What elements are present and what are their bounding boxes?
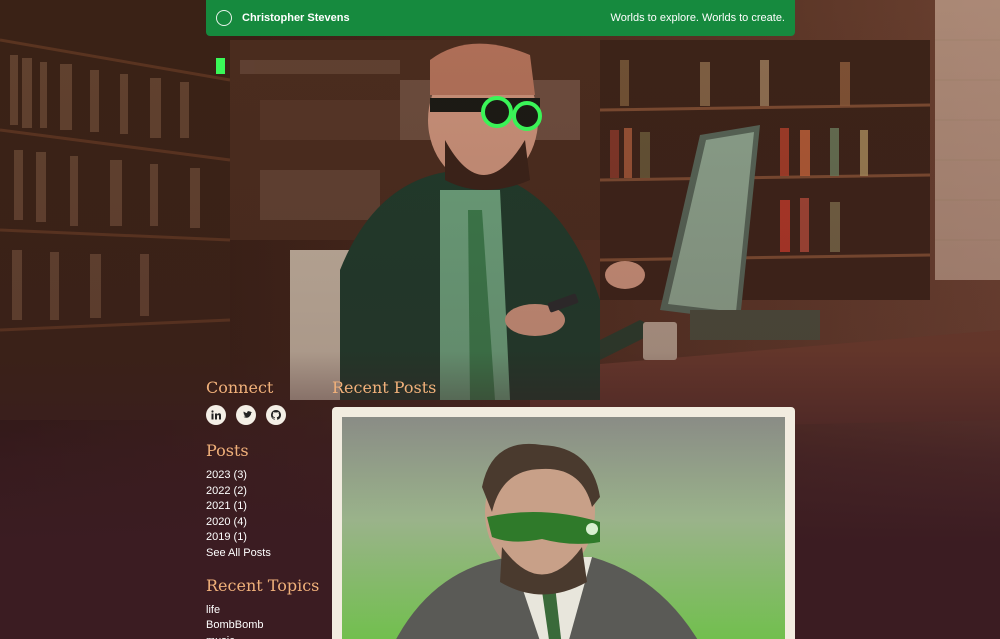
github-icon	[270, 409, 282, 420]
linkedin-button[interactable]	[206, 405, 226, 425]
top-navigation-bar: Christopher Stevens Worlds to explore. W…	[206, 0, 795, 36]
see-all-posts-link[interactable]: See All Posts	[206, 546, 326, 562]
github-button[interactable]	[266, 405, 286, 425]
main-content: Recent Posts	[332, 378, 795, 639]
posts-year-link[interactable]: 2023 (3)	[206, 468, 326, 484]
site-name-link[interactable]: Christopher Stevens	[242, 12, 350, 24]
recent-topics-heading: Recent Topics	[206, 575, 320, 595]
sidebar: Connect Posts 2023 (3) 2022 (2) 2021 (1)…	[206, 378, 326, 639]
posts-year-link[interactable]: 2020 (4)	[206, 515, 326, 531]
recent-post-card[interactable]	[332, 407, 795, 639]
recent-topics-list: life BombBomb music	[206, 603, 326, 639]
connect-heading: Connect	[206, 378, 274, 397]
site-tagline: Worlds to explore. Worlds to create.	[610, 12, 785, 24]
topic-link[interactable]: life	[206, 603, 326, 619]
page: Christopher Stevens Worlds to explore. W…	[0, 0, 1000, 639]
posts-year-link[interactable]: 2021 (1)	[206, 499, 326, 515]
twitter-icon	[243, 411, 252, 418]
recent-posts-heading: Recent Posts	[332, 378, 437, 397]
site-logo-icon[interactable]	[216, 10, 232, 26]
social-links	[206, 405, 326, 425]
posts-by-year-list: 2023 (3) 2022 (2) 2021 (1) 2020 (4) 2019…	[206, 468, 326, 562]
post-thumbnail-image[interactable]	[342, 417, 785, 639]
posts-year-link[interactable]: 2019 (1)	[206, 530, 326, 546]
topic-link[interactable]: BombBomb	[206, 618, 326, 634]
posts-heading: Posts	[206, 441, 249, 460]
linkedin-icon	[211, 410, 221, 420]
topic-link[interactable]: music	[206, 634, 326, 639]
twitter-button[interactable]	[236, 405, 256, 425]
posts-year-link[interactable]: 2022 (2)	[206, 484, 326, 500]
